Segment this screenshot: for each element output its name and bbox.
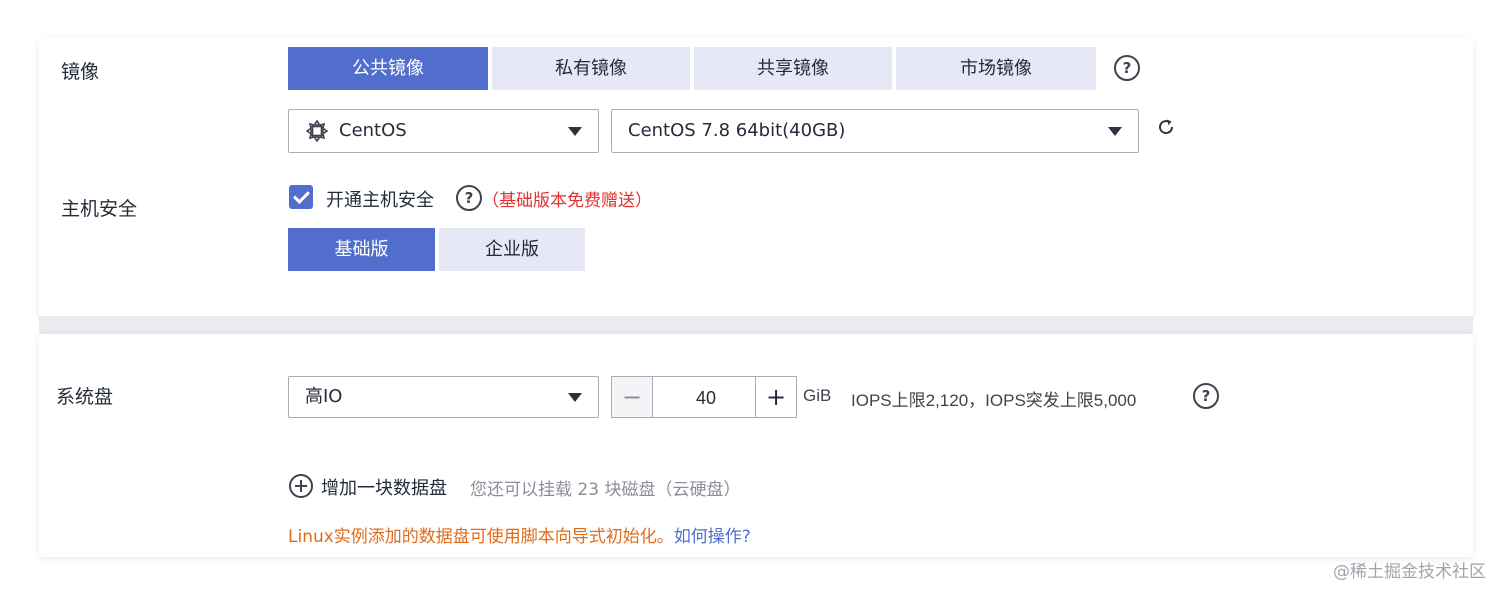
refresh-icon[interactable] [1157,118,1175,136]
os-version-value: CentOS 7.8 64bit(40GB) [628,120,846,141]
edition-basic-button[interactable]: 基础版 [288,228,435,271]
chevron-down-icon [1108,127,1122,136]
centos-logo-icon [306,120,328,142]
tab-public-image[interactable]: 公共镜像 [288,47,488,90]
os-select[interactable]: CentOS [288,109,599,153]
linux-note-text: Linux实例添加的数据盘可使用脚本向导式初始化。 [288,527,674,547]
disk-type-select[interactable]: 高IO [288,376,599,418]
chevron-down-icon [568,127,582,136]
tab-shared-image[interactable]: 共享镜像 [694,47,892,90]
add-disk-hint: 您还可以挂载 23 块磁盘（云硬盘） [470,480,741,500]
disk-size-stepper: − + [611,376,797,419]
disk-size-input[interactable] [653,377,759,419]
decrement-button[interactable]: − [612,377,653,417]
host-security-checkbox-label: 开通主机安全 [326,190,434,211]
section-divider [39,316,1473,334]
watermark: @稀土掘金技术社区 [1333,562,1486,582]
disk-unit: GiB [803,386,832,405]
increment-button[interactable]: + [755,377,796,417]
question-circle-icon[interactable]: ? [456,185,482,211]
disk-type-value: 高IO [305,386,343,407]
os-version-select[interactable]: CentOS 7.8 64bit(40GB) [611,109,1139,153]
iops-info: IOPS上限2,120，IOPS突发上限5,000 [851,391,1137,410]
tab-private-image[interactable]: 私有镜像 [492,47,690,90]
system-disk-label: 系统盘 [56,386,114,408]
tab-market-image[interactable]: 市场镜像 [896,47,1096,90]
add-circle-icon[interactable] [289,474,313,498]
question-circle-icon[interactable]: ? [1114,55,1140,81]
question-circle-icon[interactable]: ? [1193,383,1219,409]
free-basic-note: （基础版本免费赠送） [482,191,652,211]
edition-enterprise-button[interactable]: 企业版 [439,228,585,271]
chevron-down-icon [568,393,582,402]
add-data-disk-button[interactable]: 增加一块数据盘 [321,474,447,500]
host-security-checkbox[interactable] [289,185,313,209]
image-label: 镜像 [61,61,100,83]
system-disk-card [39,334,1473,557]
host-security-label: 主机安全 [61,198,138,220]
how-to-link[interactable]: 如何操作? [674,527,751,547]
linux-init-note: Linux实例添加的数据盘可使用脚本向导式初始化。如何操作? [288,522,751,547]
os-select-value: CentOS [339,120,407,141]
